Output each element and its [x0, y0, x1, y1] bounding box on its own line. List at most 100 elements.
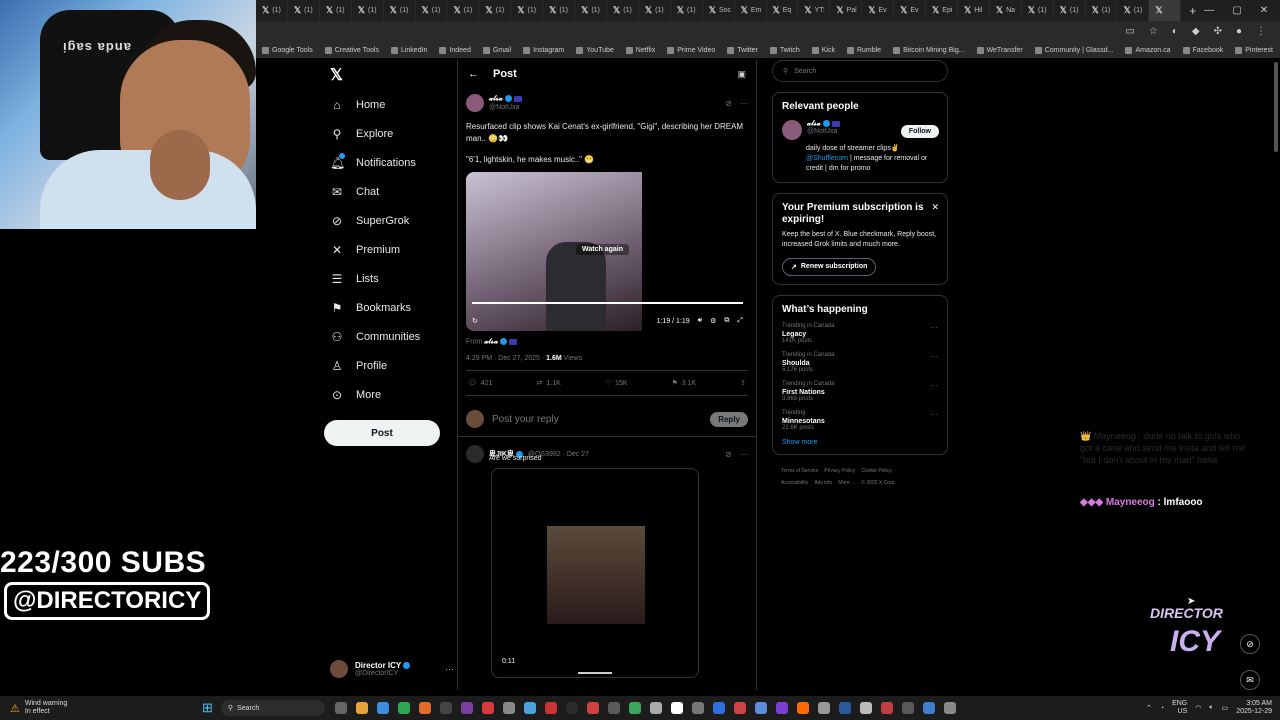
bookmark-item[interactable]: Indeed: [439, 46, 471, 54]
bookmark-item[interactable]: Bitcoin Mining Big...: [893, 46, 965, 54]
nav-notifications[interactable]: 🔔︎ Notifications: [330, 153, 416, 170]
nav-chat[interactable]: ✉ Chat: [330, 185, 379, 199]
bookmark-item[interactable]: Creative Tools: [324, 46, 379, 54]
video-progress-bar[interactable]: [472, 302, 743, 304]
taskbar-app-icon[interactable]: [754, 702, 767, 714]
volume-icon[interactable]: 🔈︎: [1209, 704, 1213, 712]
author-name[interactable]: 𝓪𝓵𝓼𝓪: [489, 95, 522, 103]
footer-link[interactable]: Accessibility: [781, 480, 808, 486]
from-author[interactable]: 𝓪𝓵𝓼𝓪: [484, 338, 498, 345]
mail-icon[interactable]: ✉: [1240, 670, 1260, 690]
nav-more[interactable]: ⊙ More: [330, 388, 381, 402]
browser-tab[interactable]: 𝕏 (1): [1117, 0, 1150, 21]
browser-tab[interactable]: 𝕏 (1): [639, 0, 671, 21]
taskbar-app-icon[interactable]: [880, 702, 893, 714]
grok-icon[interactable]: ⊘: [725, 99, 732, 108]
taskbar-search[interactable]: ⚲ Search: [220, 700, 325, 716]
browser-tab[interactable]: 𝕏 (1): [256, 0, 288, 21]
bookmark-action[interactable]: ⚑ 3.1K: [671, 379, 696, 388]
nav-explore[interactable]: ⚲ Explore: [330, 127, 394, 141]
clock[interactable]: 3:05 AM 2025-12-29: [1236, 700, 1272, 716]
taskbar-app-icon[interactable]: [775, 702, 788, 714]
taskbar-app-icon[interactable]: [355, 702, 368, 714]
minimize-icon[interactable]: —: [1204, 5, 1214, 16]
post-button[interactable]: Post: [324, 420, 440, 446]
taskbar-app-icon[interactable]: [859, 702, 872, 714]
bookmark-item[interactable]: YouTube: [576, 46, 614, 54]
bookmark-item[interactable]: Twitter: [727, 46, 758, 54]
taskbar-app-icon[interactable]: [418, 702, 431, 714]
taskbar-app-icon[interactable]: [649, 702, 662, 714]
taskbar-app-icon[interactable]: [565, 702, 578, 714]
network-icon[interactable]: ◔: [1160, 705, 1164, 712]
taskbar-app-icon[interactable]: [796, 702, 809, 714]
trend-item[interactable]: Trending in Canada First Nations 3,869 pos…: [782, 381, 938, 402]
more-icon[interactable]: ···: [930, 352, 938, 361]
cast-icon[interactable]: ▭: [1125, 26, 1134, 37]
reply-input[interactable]: Post your reply: [492, 414, 559, 425]
browser-tab[interactable]: 𝕏 (1): [607, 0, 639, 21]
bookmark-item[interactable]: Twitch: [769, 46, 800, 54]
taskbar-app-icon[interactable]: [439, 702, 452, 714]
x-logo-icon[interactable]: 𝕏: [330, 65, 343, 85]
more-icon[interactable]: ···: [930, 323, 938, 332]
bookmark-item[interactable]: Netflix: [625, 46, 655, 54]
follow-button[interactable]: Follow: [900, 125, 939, 138]
footer-link[interactable]: Ads info: [814, 480, 832, 486]
browser-tab[interactable]: 𝕏: [1149, 0, 1182, 21]
trend-item[interactable]: Trending Minnesotans 22.6K posts ···: [782, 410, 938, 431]
watch-again-button[interactable]: Watch again: [576, 244, 629, 255]
close-icon[interactable]: ✕: [1260, 5, 1268, 16]
extension-icon[interactable]: ◆: [1192, 26, 1200, 37]
avatar[interactable]: [466, 445, 484, 464]
browser-tab[interactable]: 𝕏 (1): [671, 0, 703, 21]
browser-tab[interactable]: 𝕏 Epi: [926, 0, 958, 21]
maximize-icon[interactable]: ▢: [1232, 5, 1241, 16]
browser-tab[interactable]: 𝕏 YT:: [798, 0, 831, 21]
chevron-up-icon[interactable]: ⌃: [1146, 704, 1152, 712]
bookmark-item[interactable]: LinkedIn: [390, 46, 427, 54]
taskbar-app-icon[interactable]: [922, 702, 935, 714]
taskbar-app-icon[interactable]: [502, 702, 515, 714]
nav-profile[interactable]: ♙ Profile: [330, 359, 388, 373]
reply-video[interactable]: 0:11: [491, 468, 699, 679]
puzzle-icon[interactable]: ✣: [1214, 26, 1222, 37]
extension-icon[interactable]: ◐: [1172, 26, 1178, 37]
video-player[interactable]: Watch again ↻ 1:19 / 1:19 🔊︎ ⚙ ⧉ ⤢: [466, 172, 749, 331]
more-icon[interactable]: ···: [930, 381, 938, 390]
repost-action[interactable]: ⇄ 1.1K: [537, 379, 561, 388]
nav-home[interactable]: ⌂ Home: [330, 98, 385, 112]
taskbar-app-icon[interactable]: [670, 702, 683, 714]
windows-start-icon[interactable]: ⊞: [202, 700, 213, 716]
browser-tab[interactable]: 𝕏 Em: [735, 0, 767, 21]
person-name[interactable]: 𝓪𝓵𝓼𝓪: [807, 120, 840, 128]
trend-item[interactable]: Trending in Canada Legacy 141K posts ···: [782, 323, 938, 344]
menu-icon[interactable]: ⋮: [1256, 26, 1266, 37]
taskbar-app-icon[interactable]: [733, 702, 746, 714]
search-input[interactable]: ⚲ Search: [772, 60, 948, 82]
scrollbar[interactable]: [1274, 62, 1278, 152]
settings-icon[interactable]: ⚙: [710, 317, 716, 325]
show-more-link[interactable]: Show more: [782, 439, 938, 446]
browser-tab[interactable]: 𝕏 (1): [288, 0, 320, 21]
browser-tab[interactable]: 𝕏 Soc: [703, 0, 735, 21]
bookmark-item[interactable]: Rumble: [846, 46, 881, 54]
browser-tab[interactable]: 𝕏 (1): [320, 0, 352, 21]
renew-subscription-button[interactable]: ↗ Renew subscription: [782, 258, 877, 276]
bookmark-item[interactable]: WeTransfer: [976, 46, 1023, 54]
taskbar-app-icon[interactable]: [838, 702, 851, 714]
volume-icon[interactable]: 🔊︎: [698, 317, 702, 325]
browser-tab[interactable]: 𝕏 Pal: [830, 0, 863, 21]
footer-link[interactable]: Privacy Policy: [824, 468, 855, 474]
taskbar-app-icon[interactable]: [481, 702, 494, 714]
timestamp[interactable]: 4:29 PM · Dec 27, 2025 ·: [466, 355, 546, 362]
more-icon[interactable]: ···: [445, 664, 454, 674]
language-indicator[interactable]: ENG US: [1172, 700, 1187, 716]
back-arrow-icon[interactable]: ←: [468, 68, 479, 80]
taskbar-app-icon[interactable]: [901, 702, 914, 714]
more-icon[interactable]: ···: [740, 450, 748, 459]
browser-tab[interactable]: 𝕏 (1): [384, 0, 416, 21]
battery-icon[interactable]: ▭: [1222, 704, 1229, 712]
fullscreen-icon[interactable]: ⤢: [737, 317, 743, 325]
taskbar-app-icon[interactable]: [544, 702, 557, 714]
